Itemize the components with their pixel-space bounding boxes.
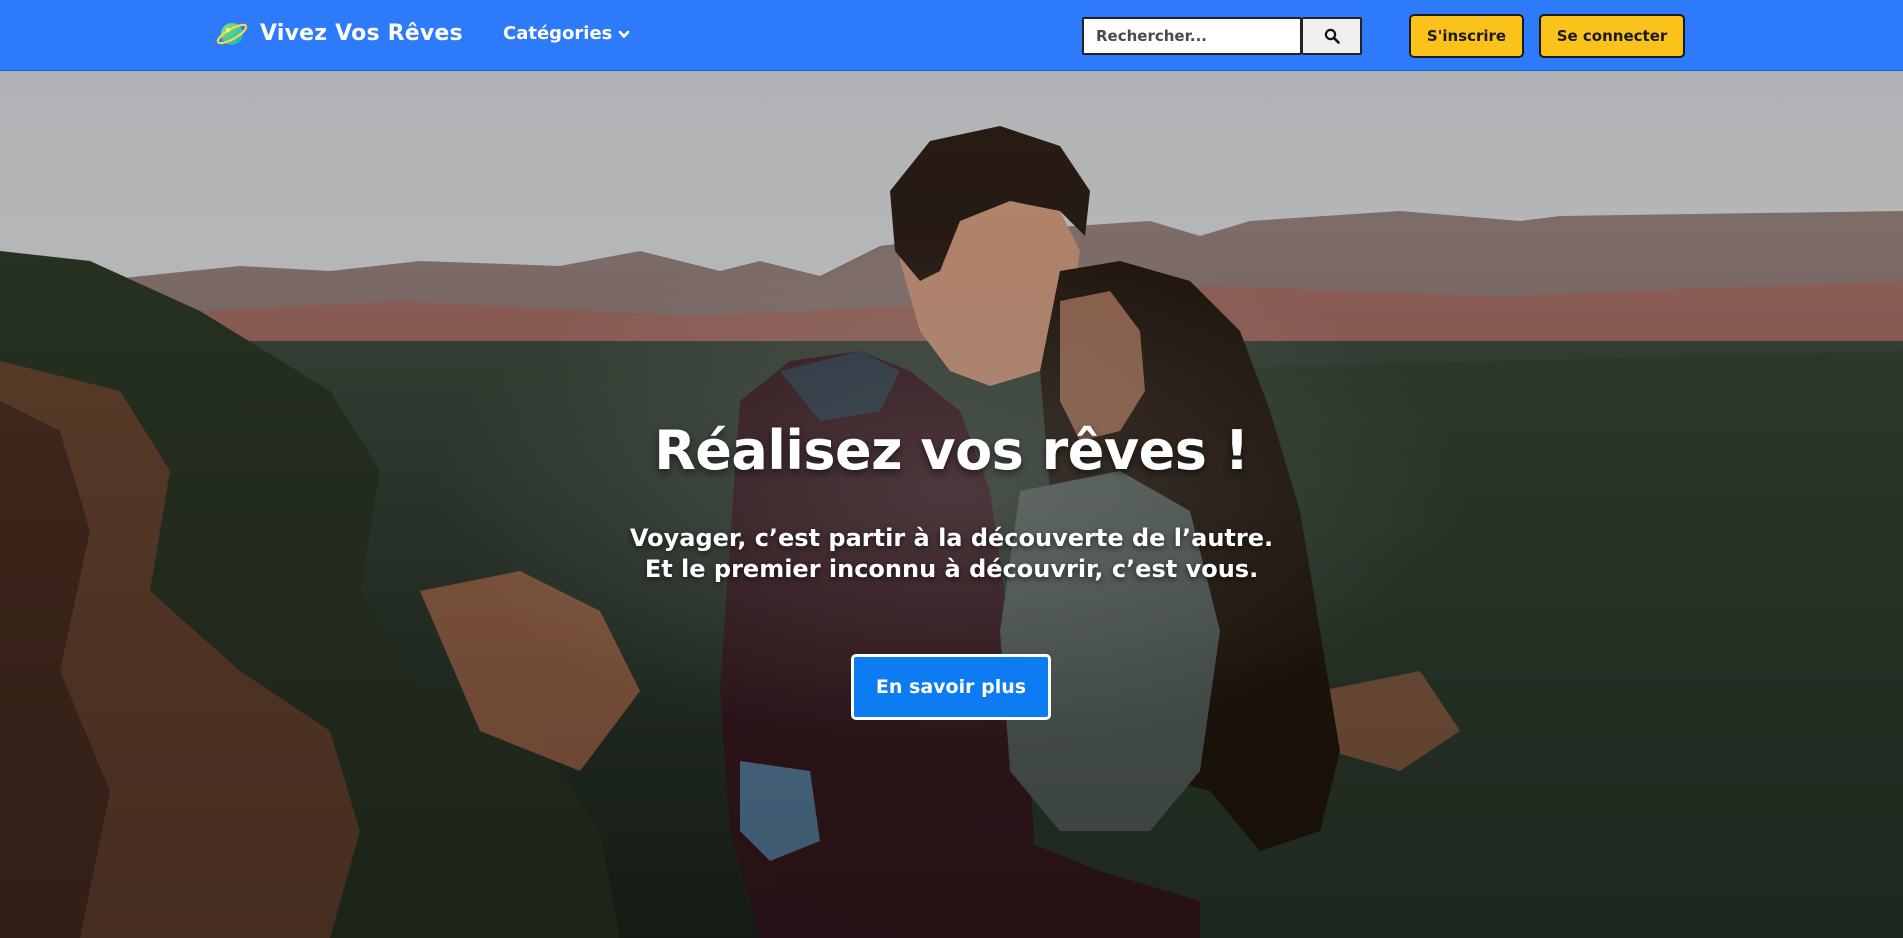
signup-button[interactable]: S'inscrire <box>1409 14 1524 58</box>
learn-more-button[interactable]: En savoir plus <box>851 654 1051 720</box>
categories-dropdown[interactable]: Catégories <box>503 23 630 44</box>
brand-link[interactable]: Vivez Vos Rêves <box>216 16 463 50</box>
planet-icon <box>216 23 248 45</box>
hero-section: Réalisez vos rêves ! Voyager, c’est part… <box>0 71 1903 938</box>
login-button[interactable]: Se connecter <box>1539 14 1685 58</box>
brand-name: Vivez Vos Rêves <box>260 20 463 46</box>
search-button[interactable] <box>1302 17 1362 55</box>
search-icon <box>1324 28 1340 44</box>
search-input[interactable] <box>1082 17 1302 55</box>
top-navbar: Vivez Vos Rêves Catégories S'inscrire Se… <box>0 0 1903 71</box>
chevron-down-icon <box>619 30 630 38</box>
hero-subtitle-line-2: Et le premier inconnu à découvrir, c’est… <box>644 555 1259 583</box>
hero-subtitle-line-1: Voyager, c’est partir à la découverte de… <box>629 524 1274 552</box>
categories-label: Catégories <box>503 23 613 44</box>
hero-title: Réalisez vos rêves ! <box>654 419 1249 482</box>
hero-background-image <box>0 71 1903 938</box>
